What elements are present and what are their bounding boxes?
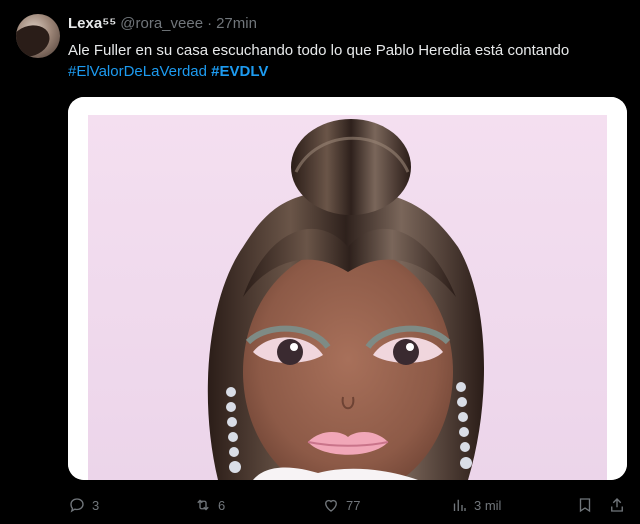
views-chart-icon <box>453 499 466 511</box>
hashtag-link[interactable]: #ElValorDeLaVerdad <box>68 63 207 80</box>
bookmark-button[interactable] <box>576 493 594 517</box>
retweet-icon <box>197 499 209 511</box>
tweet-actions: 3 6 77 3 mil <box>68 493 628 517</box>
separator-dot: · <box>207 15 213 32</box>
reply-button[interactable]: 3 <box>68 493 99 517</box>
like-button[interactable]: 77 <box>322 493 360 517</box>
hashtag-link[interactable]: #EVDLV <box>211 63 268 80</box>
bookmark-icon <box>579 498 591 513</box>
tweet-text: Ale Fuller en su casa escuchando todo lo… <box>68 40 633 82</box>
retweet-button[interactable]: 6 <box>194 493 225 517</box>
views-button[interactable]: 3 mil <box>450 493 501 517</box>
reply-icon <box>70 498 84 513</box>
share-button[interactable] <box>608 493 626 517</box>
heart-icon <box>325 499 337 512</box>
doll-photo <box>68 97 627 480</box>
tweet-header: Lexa⁵⁵ @rora_veee · 27min <box>68 15 257 35</box>
avatar[interactable] <box>16 14 60 58</box>
views-count: 3 mil <box>474 497 502 513</box>
author-handle[interactable]: @rora_veee <box>120 15 203 32</box>
like-count: 77 <box>346 497 361 513</box>
tweet-image[interactable] <box>68 97 627 480</box>
reply-count: 3 <box>92 497 100 513</box>
author-name[interactable]: Lexa⁵⁵ <box>68 15 116 32</box>
timestamp[interactable]: 27min <box>216 15 257 32</box>
share-icon <box>611 498 623 512</box>
tweet-body: Ale Fuller en su casa escuchando todo lo… <box>68 42 570 59</box>
retweet-count: 6 <box>218 497 226 513</box>
